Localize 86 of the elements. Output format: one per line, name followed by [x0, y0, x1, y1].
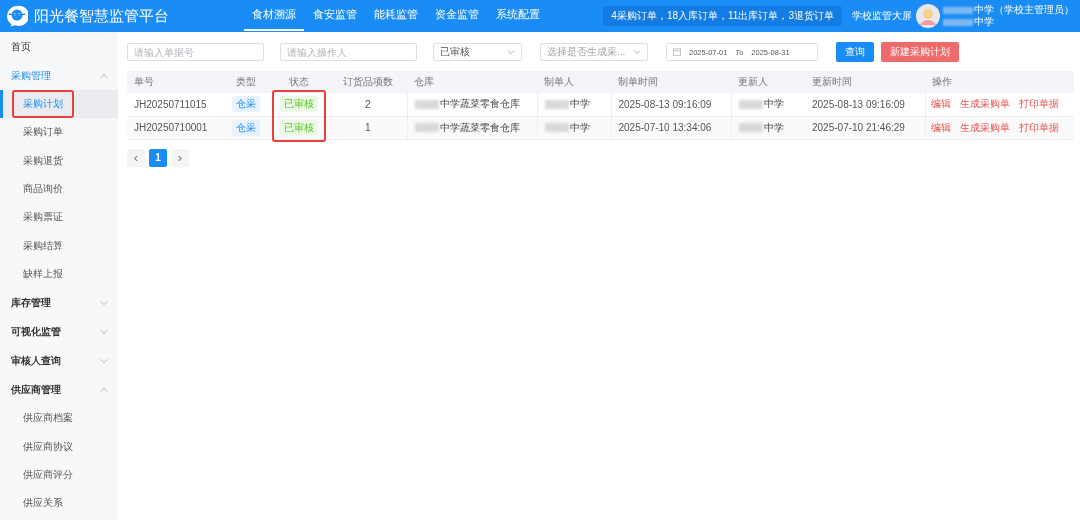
submenu-item[interactable]: 采购订单 — [0, 118, 118, 147]
action-link[interactable]: 生成采购单 — [959, 98, 1010, 110]
table-cell: 1 — [364, 122, 371, 133]
redacted-block — [414, 100, 439, 110]
chevron-down-icon — [507, 48, 515, 56]
column-header: 操作 — [925, 71, 1074, 93]
notice-banner[interactable]: 4采购订单，18入库订单，11出库订单，3退货订单 — [603, 6, 842, 26]
table-cell: 2025-07-10 13:34:06 — [618, 122, 712, 133]
table-cell: 2 — [364, 98, 371, 110]
nav-tab[interactable]: 能耗监管 — [366, 0, 426, 31]
table-cell: 中学 — [569, 121, 590, 133]
chevron-down-icon — [100, 327, 108, 336]
column-header: 仓库 — [407, 71, 537, 93]
column-header: 制单人 — [537, 71, 611, 93]
redacted-block — [738, 123, 763, 133]
submenu-item[interactable]: 采购结算 — [0, 231, 118, 260]
column-header: 类型 — [223, 71, 269, 93]
menu-group[interactable]: 审核人查询 — [0, 346, 118, 376]
user-org: 中学 — [974, 16, 994, 28]
type-tag: 仓采 — [232, 96, 260, 113]
table-cell: 中学 — [569, 98, 590, 110]
app-title: 阳光餐智慧监管平台 — [34, 6, 169, 26]
status-tag: 已审核 — [280, 119, 318, 136]
avatar-icon — [916, 4, 940, 28]
big-screen-link[interactable]: 学校监管大屏 — [852, 9, 912, 23]
search-button[interactable]: 查询 — [836, 42, 874, 62]
column-header: 状态 — [269, 71, 329, 93]
chevron-down-icon — [100, 298, 108, 307]
previous-page-button[interactable]: ‹ — [127, 148, 145, 167]
submenu-item[interactable]: 采购票证 — [0, 203, 118, 232]
menu-group[interactable]: 库存管理 — [0, 288, 118, 318]
menu-item[interactable]: 首页 — [0, 32, 118, 61]
submenu-item[interactable]: 供应关系 — [0, 488, 118, 518]
table-cell: 中学 — [763, 121, 784, 133]
nav-tab[interactable]: 食材溯源 — [244, 0, 304, 31]
next-page-button[interactable]: › — [171, 148, 189, 167]
table-cell: 2025-08-13 09:16:09 — [618, 98, 712, 110]
table-cell: 2025-07-10 21:46:29 — [812, 122, 905, 133]
chevron-up-icon — [100, 385, 108, 394]
redacted-block — [544, 123, 569, 133]
column-header: 更新人 — [731, 71, 805, 93]
submenu-item[interactable]: 供应商协议 — [0, 432, 118, 461]
column-header: 单号 — [127, 71, 223, 93]
column-header: 订货品项数 — [329, 71, 407, 93]
status-tag: 已审核 — [280, 96, 318, 113]
page-button[interactable]: 1 — [149, 148, 167, 167]
text-input[interactable]: 请输入单据号 — [127, 43, 264, 61]
text-input[interactable]: 请输入操作人 — [280, 43, 417, 61]
calendar-icon — [673, 48, 681, 56]
table-cell: JH20250711015 — [134, 98, 207, 110]
table-cell: 中学蔬菜零食仓库 — [439, 121, 520, 133]
submenu-item[interactable]: 供应商档案 — [0, 404, 118, 433]
table-cell: 中学 — [763, 98, 784, 110]
chevron-down-icon — [633, 48, 641, 56]
logo-icon — [6, 5, 28, 27]
table-cell: 中学蔬菜零食仓库 — [439, 98, 520, 110]
chevron-up-icon — [100, 71, 108, 80]
action-link[interactable]: 编辑 — [930, 98, 951, 110]
nav-tab[interactable]: 食安监管 — [305, 0, 365, 31]
action-link[interactable]: 编辑 — [930, 121, 951, 133]
chevron-down-icon — [100, 356, 108, 365]
submenu-item[interactable]: 缺样上报 — [0, 259, 118, 289]
column-header: 更新时间 — [805, 71, 925, 93]
user-name: 中学（学校主管理员） — [974, 4, 1074, 16]
submenu-item[interactable]: 采购计划 — [0, 90, 118, 119]
menu-group[interactable]: 供应商管理 — [0, 375, 118, 405]
type-tag: 仓采 — [232, 119, 260, 136]
table-cell: 2025-08-13 09:16:09 — [812, 98, 905, 110]
menu-group[interactable]: 采购管理 — [0, 61, 118, 90]
action-link[interactable]: 打印单据 — [1018, 98, 1059, 110]
create-button[interactable]: 新建采购计划 — [881, 42, 959, 62]
nav-tab[interactable]: 资金监管 — [427, 0, 487, 31]
submenu-item[interactable]: 供应商评分 — [0, 460, 118, 489]
select-dropdown[interactable]: 已审核 — [433, 43, 522, 61]
redacted-block — [544, 100, 569, 110]
redacted-block — [414, 123, 439, 133]
column-header: 制单时间 — [611, 71, 731, 93]
action-link[interactable]: 生成采购单 — [959, 121, 1010, 133]
redacted-block — [738, 100, 763, 110]
nav-tab[interactable]: 系统配置 — [488, 0, 548, 31]
menu-group[interactable]: 可视化监管 — [0, 317, 118, 347]
submenu-item[interactable]: 商品询价 — [0, 174, 118, 204]
submenu-item[interactable]: 采购退货 — [0, 146, 118, 175]
action-link[interactable]: 打印单据 — [1018, 121, 1059, 133]
table-cell: JH20250710001 — [134, 122, 208, 133]
select-dropdown[interactable]: 选择是否生成采... — [540, 43, 648, 61]
